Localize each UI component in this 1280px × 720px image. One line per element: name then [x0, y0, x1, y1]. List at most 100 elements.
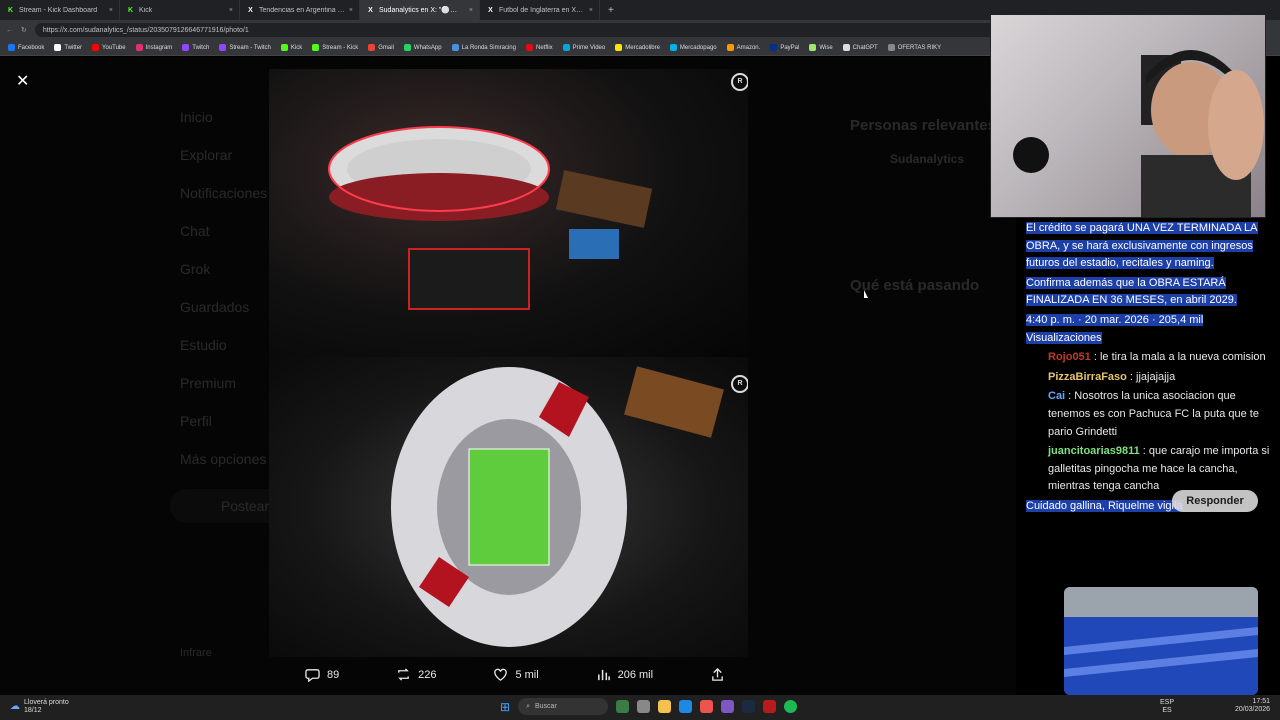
app-icon-2[interactable]	[721, 700, 735, 713]
bookmark-label: OFERTAS RIKY	[897, 44, 942, 51]
bookmark-item[interactable]: Wise	[809, 44, 833, 51]
tab-close-icon[interactable]: ×	[349, 7, 353, 14]
like-count: 5 mil	[515, 668, 539, 681]
bookmark-item[interactable]: La Ronda Simracing	[451, 44, 516, 51]
views-icon	[597, 669, 610, 681]
bookmark-favicon-icon	[451, 44, 459, 51]
bg-handle: Infrare	[180, 647, 212, 659]
bookmark-label: PayPal	[780, 44, 800, 51]
repost-button[interactable]: 226	[396, 667, 437, 682]
bookmark-item[interactable]: Amazon.	[726, 44, 760, 51]
bookmark-item[interactable]: ChatGPT	[842, 44, 878, 51]
bookmark-favicon-icon	[135, 44, 143, 51]
chrome-icon[interactable]	[700, 700, 714, 713]
taskbar-search[interactable]: ⌕ Buscar	[518, 698, 609, 715]
browser-tab[interactable]: K Stream - Kick Dashboard ×	[0, 0, 120, 20]
clock-time: 17:51	[1252, 698, 1271, 705]
bookmark-item[interactable]: Kick	[280, 44, 302, 51]
chat-username[interactable]: juancitoarias9811	[1048, 445, 1140, 457]
chat-username[interactable]: PizzaBirraFaso	[1048, 371, 1127, 383]
weather-icon: ☁	[10, 701, 20, 713]
chat-username[interactable]: Rojo051	[1048, 351, 1091, 363]
bookmark-label: La Ronda Simracing	[461, 44, 516, 51]
browser-tab[interactable]: K Kick ×	[120, 0, 240, 20]
whats-happening-heading: Qué está pasando	[850, 277, 980, 294]
app-icon-3[interactable]	[763, 700, 777, 713]
bookmark-item[interactable]: Stream - Twitch	[219, 44, 271, 51]
bookmark-item[interactable]: WhatsApp	[403, 44, 442, 51]
app-icon-1[interactable]	[616, 700, 630, 713]
browser-tab[interactable]: X Tendencias en Argentina (@porqu ×	[240, 0, 360, 20]
bookmark-item[interactable]: Mercadolibre	[615, 44, 660, 51]
heart-icon	[494, 668, 508, 681]
webcam-feed	[990, 14, 1266, 218]
steam-icon[interactable]	[742, 700, 756, 713]
tab-close-icon[interactable]: ×	[469, 7, 473, 14]
bookmark-favicon-icon	[182, 44, 190, 51]
weather-text: Lloverá pronto	[24, 699, 69, 706]
x-nav-item: Perfil	[180, 413, 212, 429]
url-field[interactable]: https://x.com/sudanalytics_/status/20350…	[34, 23, 1005, 37]
bookmark-item[interactable]: OFERTAS RIKY	[887, 44, 942, 51]
tab-favicon-icon: X	[248, 6, 253, 14]
task-view-icon[interactable]	[637, 700, 651, 713]
clock[interactable]: 17:51 20/03/2026	[1235, 698, 1270, 715]
tab-close-icon[interactable]: ×	[229, 7, 233, 14]
tab-title: Tendencias en Argentina (@porqu	[259, 6, 345, 14]
bookmark-item[interactable]: Twitch	[182, 44, 209, 51]
browser-tab[interactable]: X Futbol de Inglaterra en X: "⚪🔴 C ×	[480, 0, 600, 20]
bookmark-item[interactable]: Facebook	[8, 44, 44, 51]
relevant-people-heading: Personas relevantes	[850, 117, 996, 134]
browser-tab[interactable]: X Sudanalytics en X: "⚪🔴⚪ [OFICIAL ×	[360, 0, 480, 20]
bookmark-item[interactable]: YouTube	[92, 44, 126, 51]
chat-separator: :	[1139, 445, 1149, 458]
like-button[interactable]: 5 mil	[493, 667, 539, 682]
start-icon[interactable]: ⊞	[500, 700, 510, 714]
spotify-icon[interactable]	[784, 700, 798, 713]
tab-favicon-icon: K	[7, 6, 14, 14]
stadium-overhead-view: R	[269, 357, 748, 657]
bookmark-label: Twitter	[64, 44, 83, 51]
windows-taskbar: ☁ Lloverá pronto 18/12 ⊞ ⌕ Buscar ESP ES…	[0, 695, 1280, 720]
chat-message: El crédito se pagará UNA VEZ TERMINADA L…	[1026, 220, 1276, 273]
bookmark-favicon-icon	[368, 44, 376, 51]
back-icon[interactable]: ←	[6, 27, 13, 34]
chat-text: le tira la mala a la nueva comision	[1099, 351, 1266, 364]
edge-icon[interactable]	[679, 700, 693, 713]
highlighted-tweet-text: Confirma además que la OBRA ESTARÁ FINAL…	[1026, 276, 1237, 307]
bookmark-item[interactable]: PayPal	[770, 44, 799, 51]
attached-image-stands[interactable]	[1064, 587, 1258, 695]
share-button[interactable]	[710, 667, 725, 682]
responder-button[interactable]: Responder	[1172, 490, 1258, 512]
bookmark-item[interactable]: Mercadopago	[669, 44, 717, 51]
bookmark-item[interactable]: Prime Video	[562, 44, 605, 51]
bookmark-item[interactable]: Twitter	[54, 44, 82, 51]
bookmark-label: ChatGPT	[852, 44, 878, 51]
streamer-silhouette	[1013, 50, 1264, 217]
stadium-photo[interactable]: R R	[269, 69, 748, 657]
reply-button[interactable]: 89	[305, 667, 339, 682]
x-nav-item: Inicio	[180, 109, 213, 125]
stands-thumbnail	[1064, 587, 1258, 695]
new-tab-button[interactable]: +	[600, 5, 622, 16]
x-nav-item: Premium	[180, 375, 237, 391]
chat-message: Cai : Nosotros la unica asociacion que t…	[1026, 388, 1276, 441]
tab-favicon-icon: K	[127, 6, 134, 14]
bookmark-item[interactable]: Gmail	[368, 44, 394, 51]
clock-date: 20/03/2026	[1235, 706, 1271, 714]
tab-close-icon[interactable]: ×	[109, 7, 113, 14]
file-explorer-icon[interactable]	[658, 700, 672, 713]
bookmark-item[interactable]: Stream - Kick	[312, 44, 358, 51]
language-indicator[interactable]: ESP ES	[1160, 699, 1174, 714]
weather-widget[interactable]: ☁ Lloverá pronto 18/12	[10, 699, 69, 714]
views-button[interactable]: 206 mil	[596, 667, 653, 682]
chat-message: 4:40 p. m. · 20 mar. 2026 · 205,4 mil Vi…	[1026, 312, 1276, 347]
bookmark-favicon-icon	[615, 44, 623, 51]
tab-close-icon[interactable]: ×	[589, 7, 593, 14]
bookmark-item[interactable]: Netflix	[525, 44, 553, 51]
chat-username[interactable]: Cai	[1048, 390, 1065, 402]
reload-icon[interactable]: ↻	[21, 26, 27, 34]
close-viewer-button[interactable]: ✕	[16, 71, 29, 91]
x-nav-item: Más opciones	[180, 451, 267, 467]
bookmark-item[interactable]: Instagram	[135, 44, 172, 51]
